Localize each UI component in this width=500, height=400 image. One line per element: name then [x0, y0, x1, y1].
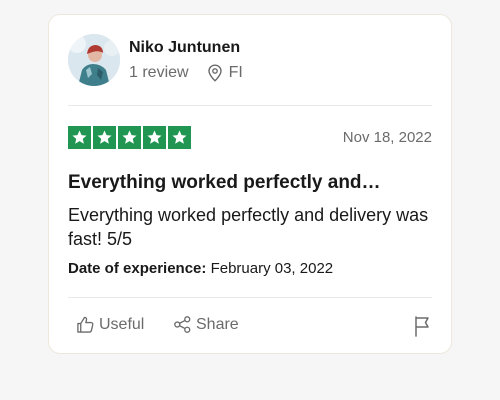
divider	[68, 105, 432, 106]
star-icon	[118, 126, 141, 149]
star-icon	[168, 126, 191, 149]
review-actions: Useful Share	[68, 315, 432, 341]
share-label: Share	[196, 315, 239, 333]
star-icon	[68, 126, 91, 149]
review-title[interactable]: Everything worked perfectly and…	[68, 172, 434, 194]
review-body: Everything worked perfectly and delivery…	[68, 205, 429, 249]
reviewer-meta: 1 review FI	[129, 64, 243, 82]
useful-label: Useful	[99, 315, 145, 333]
share-button[interactable]: Share	[173, 315, 239, 334]
star-icon	[93, 126, 116, 149]
date-of-experience: Date of experience: February 03, 2022	[68, 260, 333, 277]
thumbs-up-icon	[76, 315, 95, 334]
divider	[68, 297, 432, 298]
useful-button[interactable]: Useful	[76, 315, 144, 334]
reviewer-name[interactable]: Niko Juntunen	[129, 39, 240, 57]
avatar[interactable]	[68, 34, 120, 86]
experience-label: Date of experience:	[68, 260, 207, 277]
review-count: 1 review	[129, 64, 189, 81]
review-card: Niko Juntunen 1 review FI Nov 18, 2022 E…	[48, 14, 452, 354]
experience-date: February 03, 2022	[210, 260, 334, 277]
map-pin-icon	[207, 64, 223, 82]
review-date: Nov 18, 2022	[342, 129, 432, 146]
flag-icon	[412, 315, 432, 337]
reviewer-country: FI	[228, 64, 243, 81]
star-icon	[143, 126, 166, 149]
share-icon	[173, 315, 192, 334]
report-button[interactable]	[412, 315, 432, 337]
avatar-photo	[68, 34, 120, 86]
star-rating	[68, 126, 191, 149]
